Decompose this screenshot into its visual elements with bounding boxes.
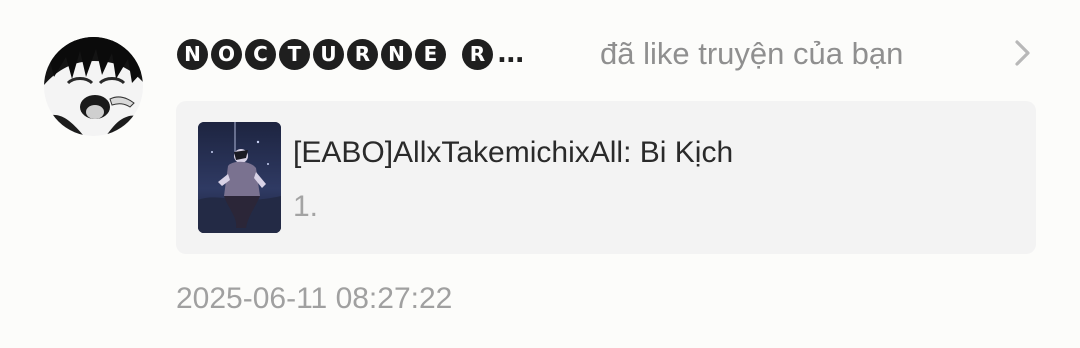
username-letter: O [211, 38, 242, 70]
chevron-right-icon[interactable] [1012, 38, 1034, 68]
username-letter: E [415, 38, 446, 70]
username-letter: C [245, 38, 276, 70]
user-avatar[interactable] [44, 37, 143, 136]
timestamp: 2025-06-11 08:27:22 [176, 282, 453, 315]
username-letter: N [177, 38, 208, 70]
action-text: đã like truyện của bạn [600, 36, 904, 71]
username-letter: N [381, 38, 412, 70]
username-letter: U [313, 38, 344, 70]
username-truncation: ... [497, 39, 525, 69]
chapter-label: 1. [293, 190, 319, 223]
username-letter: T [279, 38, 310, 70]
username-letter: R [462, 38, 493, 70]
username-letter: R [347, 38, 378, 70]
story-title[interactable]: [EABO]AllxTakemichixAll: Bi Kịch [293, 135, 733, 171]
story-cover-image[interactable] [198, 122, 281, 233]
story-card[interactable]: [EABO]AllxTakemichixAll: Bi Kịch 1. [176, 101, 1036, 254]
username[interactable]: N O C T U R N E R ... [177, 33, 525, 75]
